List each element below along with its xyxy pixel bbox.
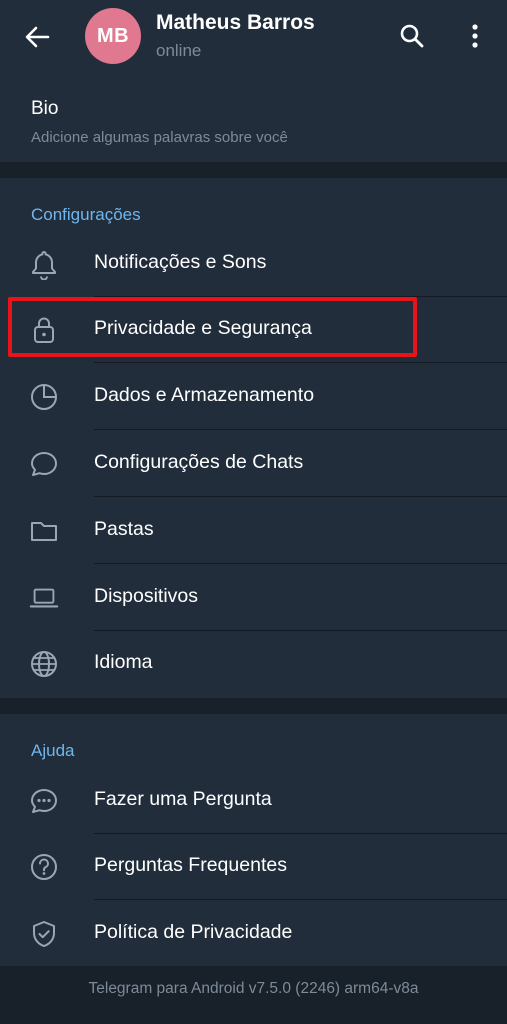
laptop-icon [28, 582, 60, 614]
divider [94, 362, 507, 363]
help-section: Ajuda Fazer uma Pergunta Perguntas Frequ… [0, 714, 507, 966]
highlight-box [8, 297, 417, 357]
folder-icon [28, 515, 60, 547]
settings-item-data-storage[interactable]: Dados e Armazenamento [0, 364, 507, 430]
bio-item[interactable]: Bio Adicione algumas palavras sobre você [0, 73, 507, 162]
avatar[interactable]: MB [85, 8, 141, 64]
settings-screen: MB Matheus Barros online Bio Adicione al… [0, 0, 507, 1024]
help-item-label: Fazer uma Pergunta [94, 788, 272, 810]
section-title-help: Ajuda [31, 741, 75, 760]
profile-name: Matheus Barros [156, 11, 315, 34]
back-button[interactable] [20, 22, 54, 52]
settings-item-notifications[interactable]: Notificações e Sons [0, 231, 507, 297]
pie-chart-icon [28, 381, 60, 413]
help-item-privacy-policy[interactable]: Política de Privacidade [0, 901, 507, 967]
search-button[interactable] [396, 20, 428, 52]
bell-icon [28, 248, 60, 280]
chat-bubble-icon [28, 448, 60, 480]
help-item-ask-question[interactable]: Fazer uma Pergunta [0, 768, 507, 834]
bio-title: Bio [31, 98, 59, 119]
version-info: Telegram para Android v7.5.0 (2246) arm6… [88, 980, 419, 997]
arrow-left-icon [24, 25, 50, 49]
divider [94, 429, 507, 430]
divider [94, 563, 507, 564]
globe-icon [28, 648, 60, 680]
settings-item-folders[interactable]: Pastas [0, 498, 507, 564]
more-options-button[interactable] [460, 20, 490, 52]
bio-subtitle: Adicione algumas palavras sobre você [31, 129, 288, 146]
divider [94, 496, 507, 497]
settings-item-label: Dados e Armazenamento [94, 384, 315, 406]
divider [94, 899, 507, 900]
help-item-label: Política de Privacidade [94, 921, 293, 943]
settings-item-label: Pastas [94, 518, 154, 540]
section-title-settings: Configurações [31, 205, 141, 224]
help-item-label: Perguntas Frequentes [94, 854, 287, 876]
shield-check-icon [28, 918, 60, 950]
settings-item-devices[interactable]: Dispositivos [0, 565, 507, 631]
settings-section: Configurações Notificações e Sons Privac… [0, 178, 507, 698]
search-icon [399, 23, 425, 49]
question-circle-icon [28, 851, 60, 883]
help-item-faq[interactable]: Perguntas Frequentes [0, 834, 507, 900]
top-bar: MB Matheus Barros online [0, 0, 507, 73]
profile-status: online [156, 41, 202, 60]
settings-item-label: Idioma [94, 651, 153, 673]
more-vertical-icon [471, 23, 479, 49]
settings-item-language[interactable]: Idioma [0, 631, 507, 697]
settings-item-label: Configurações de Chats [94, 451, 304, 473]
settings-item-chats[interactable]: Configurações de Chats [0, 431, 507, 497]
settings-item-label: Notificações e Sons [94, 251, 267, 273]
settings-item-label: Dispositivos [94, 585, 199, 607]
chat-dots-icon [28, 785, 60, 817]
